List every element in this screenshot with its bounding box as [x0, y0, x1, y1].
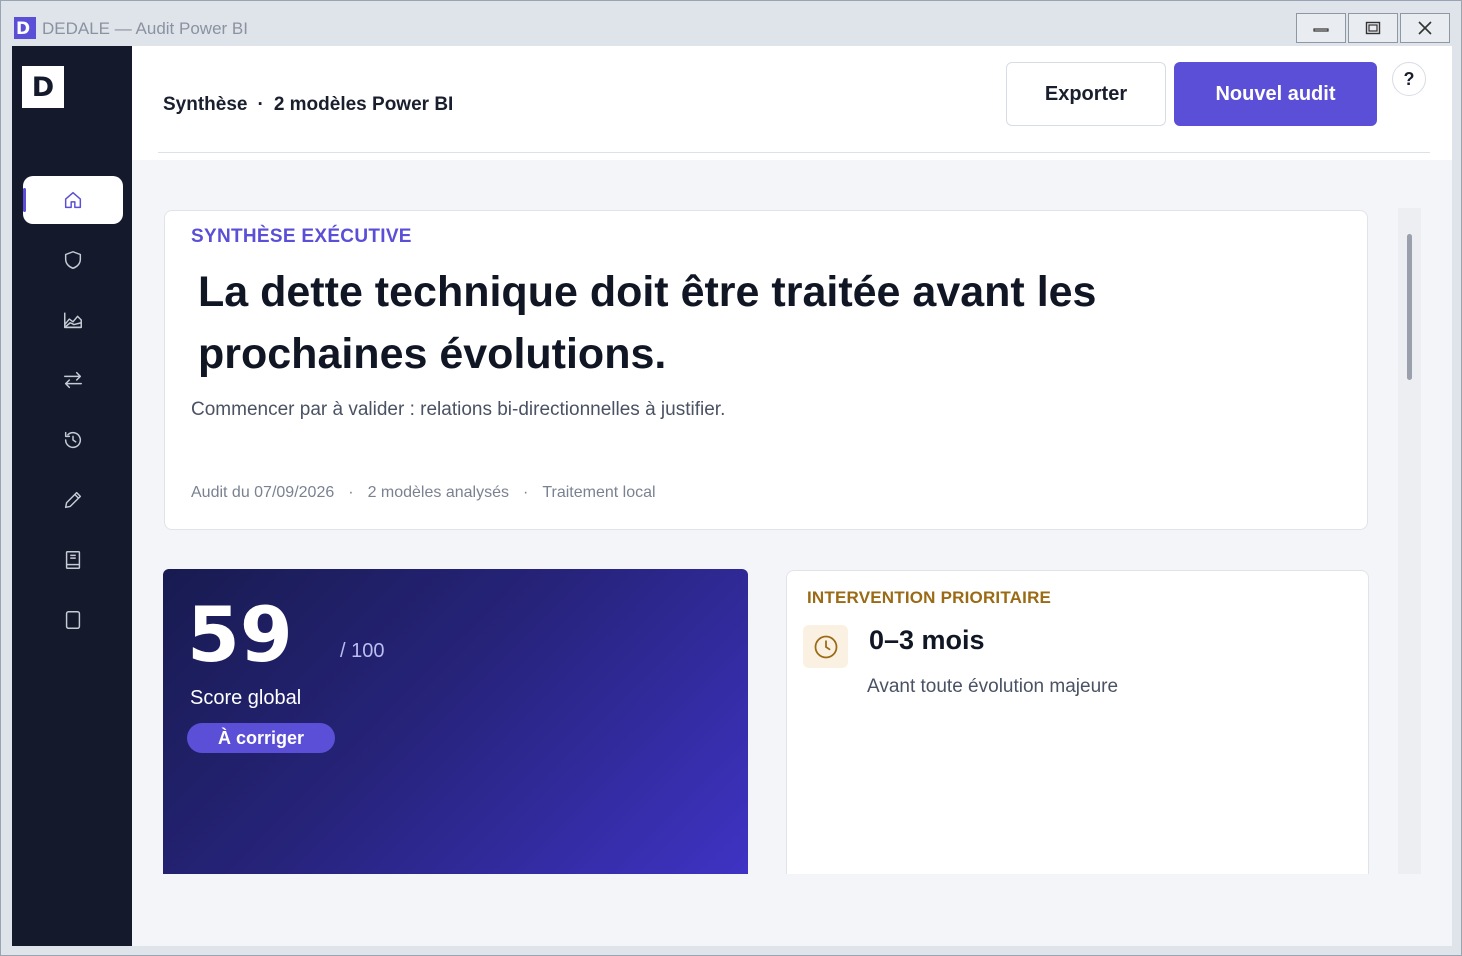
header-divider [158, 152, 1430, 153]
content-footer-area [132, 874, 1452, 946]
shield-icon [64, 251, 82, 269]
maximize-button[interactable] [1348, 13, 1398, 43]
processing-mode: Traitement local [542, 484, 656, 501]
executive-headline: La dette technique doit être traitée ava… [198, 268, 1097, 378]
intervention-subtitle: Avant toute évolution majeure [867, 676, 1119, 697]
audit-date: Audit du 07/09/2026 [191, 484, 335, 501]
app-logo: D [22, 66, 64, 108]
minimize-button[interactable] [1296, 13, 1346, 43]
history-icon [64, 431, 82, 449]
executive-meta: Audit du 07/09/2026 · 2 modèles analysés… [191, 484, 656, 502]
swap-arrows-icon [64, 371, 82, 389]
status-badge: À corriger [187, 723, 335, 753]
close-icon [1418, 21, 1432, 35]
book-icon [65, 551, 81, 569]
executive-kicker: SYNTHÈSE EXÉCUTIVE [191, 226, 412, 247]
area-chart-icon [64, 312, 82, 329]
clock-badge [803, 625, 848, 668]
intervention-kicker: INTERVENTION PRIORITAIRE [807, 588, 1052, 607]
nav-item-compare[interactable] [23, 356, 123, 404]
top-header: Synthèse · 2 modèles Power BI Exporter N… [132, 46, 1452, 160]
executive-subtitle: Commencer par à valider : relations bi-d… [191, 399, 726, 420]
sidebar: D [12, 46, 132, 946]
models-count: 2 modèles analysés [367, 484, 509, 501]
breadcrumb-section[interactable]: Synthèse [163, 94, 247, 116]
main-content: Synthèse · 2 modèles Power BI Exporter N… [132, 46, 1452, 946]
home-icon [64, 191, 82, 209]
nav-item-history[interactable] [23, 416, 123, 464]
executive-summary-card: SYNTHÈSE EXÉCUTIVE La dette technique do… [164, 210, 1368, 530]
scrollbar-thumb[interactable] [1407, 234, 1412, 380]
score-card: 59 / 100 Score global À corriger [163, 569, 748, 874]
intervention-title: 0–3 mois [869, 625, 985, 655]
nav-item-edit[interactable] [23, 476, 123, 524]
help-button[interactable]: ? [1392, 62, 1426, 96]
nav-item-docs[interactable] [23, 536, 123, 584]
title-bar: D DEDALE — Audit Power BI [1, 1, 1461, 45]
score-value: 59 [187, 590, 293, 679]
meta-separator: · [348, 484, 354, 501]
score-label: Score global [190, 687, 302, 709]
app-window: D DEDALE — Audit Power BI D Synthèse · 2… [0, 0, 1462, 956]
nav-item-analytics[interactable] [23, 296, 123, 344]
nav-item-security[interactable] [23, 236, 123, 284]
clock-icon [814, 635, 837, 658]
export-button[interactable]: Exporter [1006, 62, 1166, 126]
nav-item-device[interactable] [23, 596, 123, 644]
breadcrumb: Synthèse · 2 modèles Power BI [163, 94, 453, 116]
breadcrumb-context: 2 modèles Power BI [273, 94, 454, 115]
tablet-icon [65, 611, 81, 629]
nav-item-home[interactable] [23, 176, 123, 224]
close-button[interactable] [1400, 13, 1450, 43]
meta-separator: · [522, 484, 529, 501]
minimize-icon [1313, 28, 1329, 32]
score-max: / 100 [340, 640, 385, 662]
pencil-icon [64, 491, 82, 509]
new-audit-button[interactable]: Nouvel audit [1174, 62, 1377, 126]
restore-icon [1365, 21, 1381, 35]
app-icon: D [14, 17, 36, 39]
intervention-card: INTERVENTION PRIORITAIRE 0–3 mois Avant … [786, 570, 1369, 874]
breadcrumb-separator: · [257, 94, 264, 115]
window-title: DEDALE — Audit Power BI [42, 19, 248, 38]
